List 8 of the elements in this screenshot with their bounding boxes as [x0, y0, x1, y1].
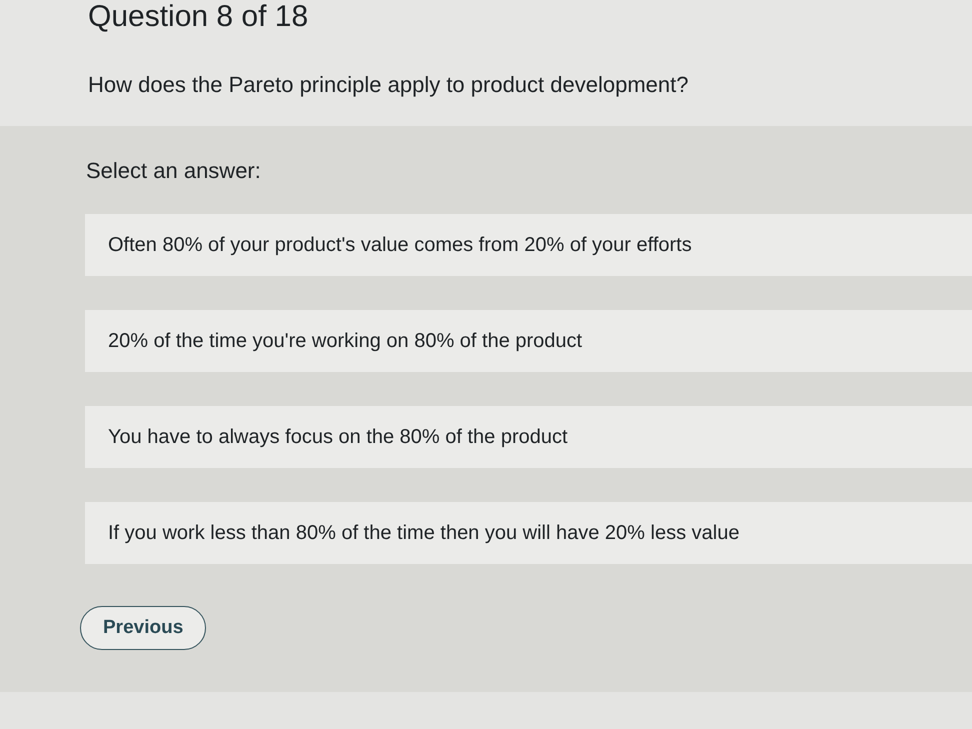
- question-counter: Question 8 of 18: [88, 1, 308, 33]
- answer-option[interactable]: You have to always focus on the 80% of the product: [85, 406, 972, 468]
- answer-option[interactable]: If you work less than 80% of the time then you will have 20% less value: [85, 502, 972, 564]
- answer-option[interactable]: Often 80% of your product's value comes from 20% of your efforts: [85, 214, 972, 276]
- answer-option[interactable]: 20% of the time you're working on 80% of the product: [85, 310, 972, 372]
- previous-button[interactable]: Previous: [80, 606, 206, 650]
- answer-prompt: Select an answer:: [86, 158, 261, 184]
- question-text: How does the Pareto principle apply to product development?: [88, 72, 688, 98]
